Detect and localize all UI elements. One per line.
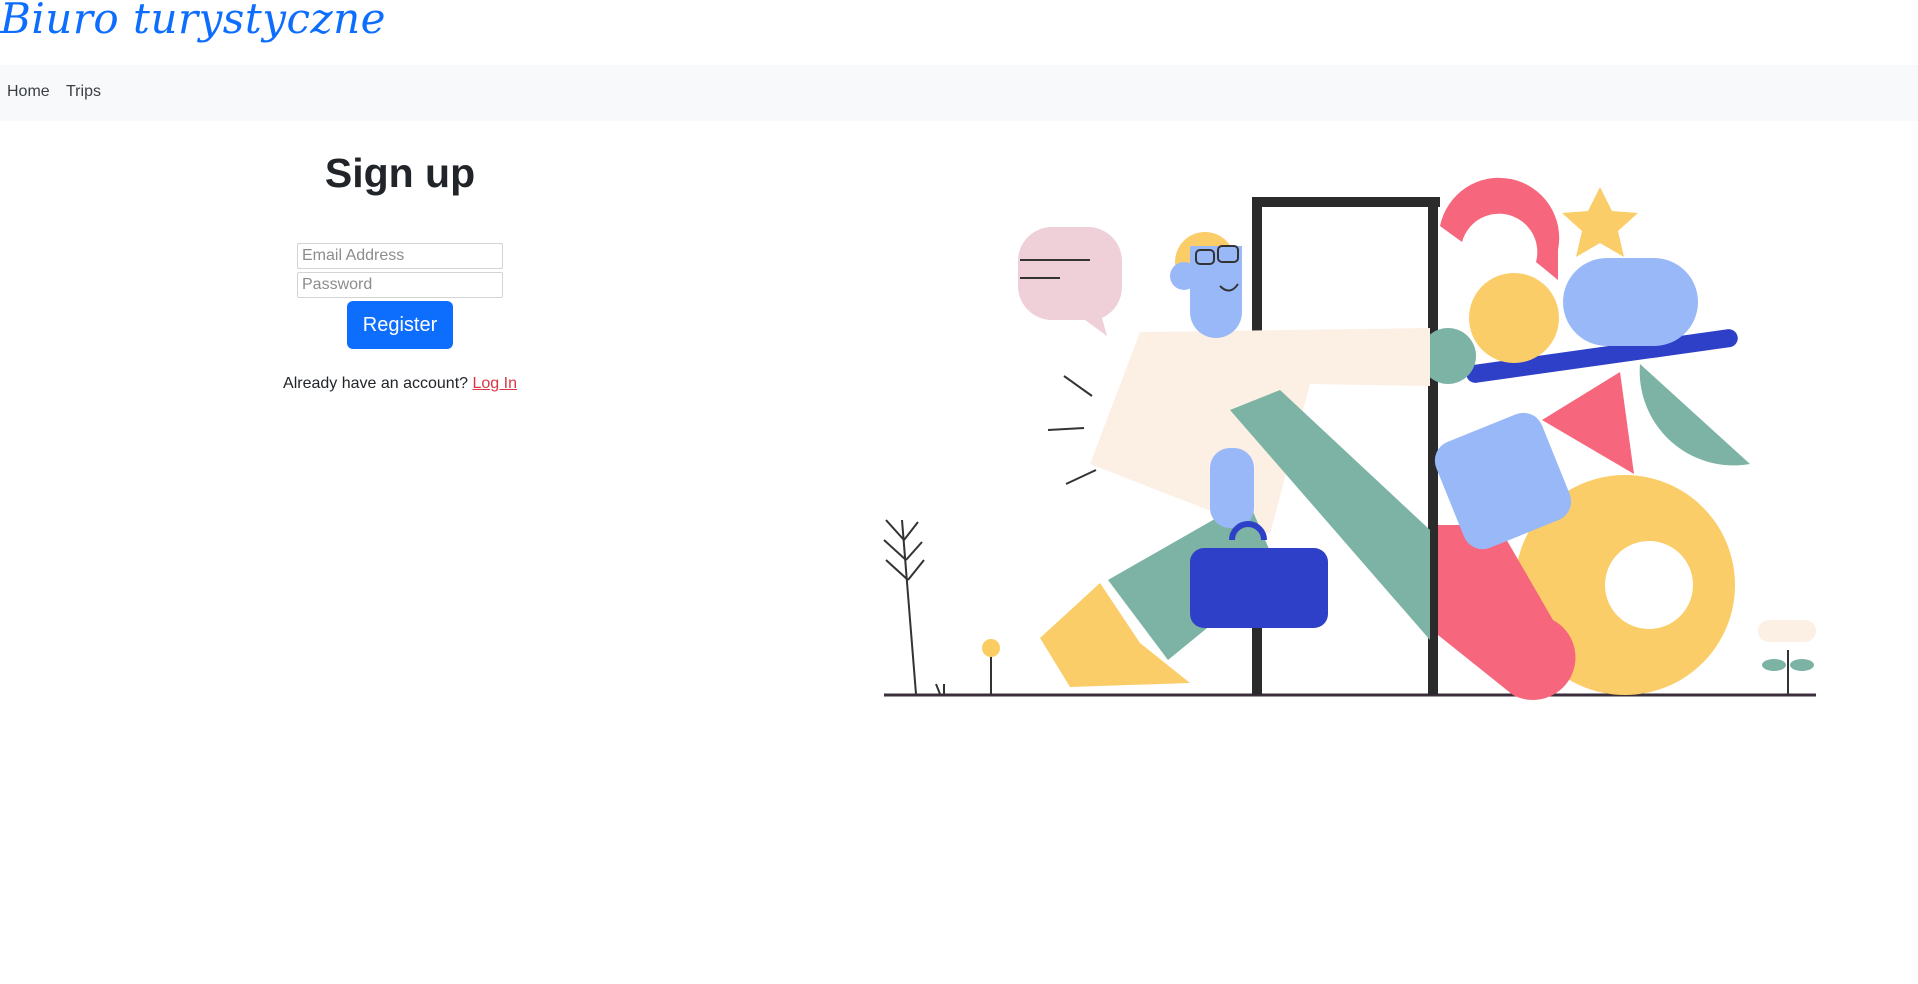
nav-item-trips[interactable]: Trips	[66, 83, 101, 101]
signup-form: Sign up Register Already have an account…	[200, 140, 600, 393]
flower-icon	[982, 639, 1000, 694]
page-title: Sign up	[324, 150, 476, 196]
login-link[interactable]: Log In	[472, 375, 516, 392]
plant-left-icon	[883, 519, 945, 695]
shapes-stack-icon	[1420, 177, 1750, 700]
motion-lines-icon	[1047, 375, 1097, 485]
navbar: Home Trips	[0, 65, 1918, 121]
speech-bubble-icon	[1018, 227, 1122, 336]
login-prompt-text: Already have an account?	[283, 375, 469, 392]
inputs-group: Register	[200, 243, 600, 349]
sprout-icon	[1758, 620, 1816, 694]
nav-item-home[interactable]: Home	[7, 83, 50, 101]
register-button[interactable]: Register	[347, 301, 453, 349]
signup-illustration	[883, 177, 1816, 700]
login-prompt-line: Already have an account? Log In	[200, 375, 600, 393]
brand-title[interactable]: Biuro turystyczne	[0, 0, 386, 43]
password-field[interactable]	[297, 272, 503, 298]
email-field[interactable]	[297, 243, 503, 269]
